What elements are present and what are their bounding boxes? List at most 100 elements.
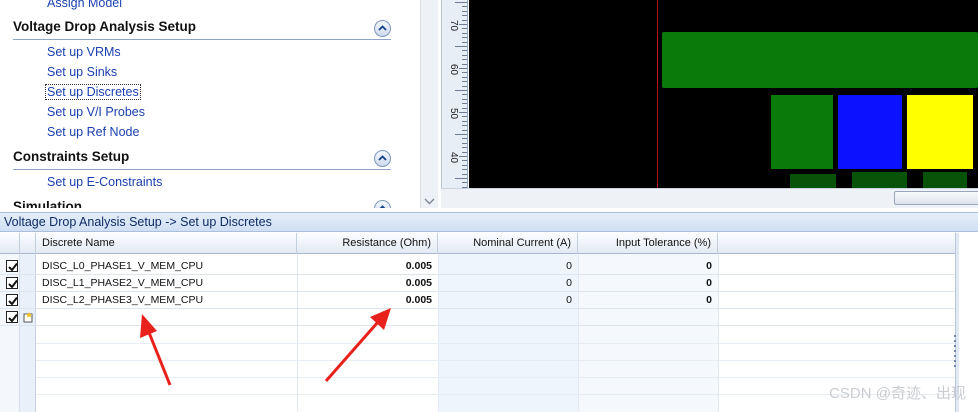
ruler-tick <box>462 50 467 52</box>
ruler-tick <box>455 90 467 91</box>
grid-header: Discrete Name Resistance (Ohm) Nominal C… <box>0 233 955 254</box>
canvas-horizontal-scrollbar[interactable] <box>441 188 978 208</box>
ruler-tick <box>462 72 467 74</box>
discretes-grid: Discrete Name Resistance (Ohm) Nominal C… <box>0 233 955 412</box>
table-row[interactable]: DISC_L2_PHASE3_V_MEM_CPU 0.005 0 0 <box>0 292 955 309</box>
ruler-tick <box>462 116 467 118</box>
ruler-label: 60 <box>448 64 459 76</box>
resistance-cell[interactable]: 0.005 <box>297 275 438 292</box>
ruler-tick <box>462 125 467 127</box>
workflow-scrollbar[interactable] <box>420 0 438 208</box>
row-checkbox[interactable] <box>6 260 18 272</box>
ruler-tick <box>459 68 467 69</box>
input-tolerance-cell[interactable]: 0 <box>578 275 718 292</box>
panel-title-bar: Voltage Drop Analysis Setup -> Set up Di… <box>0 212 978 232</box>
dark-green-pad[interactable] <box>790 174 836 188</box>
ruler-tick <box>462 142 467 144</box>
marker-line <box>657 0 658 188</box>
row-checkbox[interactable] <box>6 277 18 289</box>
green-pad[interactable] <box>771 95 833 169</box>
ruler-tick <box>462 32 467 34</box>
workflow-item-discretes[interactable]: Set up Discretes <box>45 84 141 100</box>
ruler-tick <box>459 156 467 157</box>
watermark: CSDN @奇迹、出现 <box>829 385 966 402</box>
header-checkbox-cell <box>0 233 20 254</box>
section-constraints-setup: Constraints Setup <box>13 149 391 170</box>
column-header-input-tolerance[interactable]: Input Tolerance (%) <box>578 233 718 254</box>
workflow-item-ref-node[interactable]: Set up Ref Node <box>47 125 139 139</box>
green-shape[interactable] <box>662 32 978 88</box>
section-title: Constraints Setup <box>13 149 130 164</box>
column-header-discrete-name[interactable]: Discrete Name <box>36 233 297 254</box>
discrete-name-cell[interactable]: DISC_L0_PHASE1_V_MEM_CPU <box>36 258 297 275</box>
dark-green-pad[interactable] <box>852 172 907 188</box>
new-row-checkbox[interactable] <box>6 311 18 323</box>
ruler-tick <box>462 160 467 162</box>
ruler-tick <box>462 129 467 131</box>
ruler-tick <box>459 112 467 113</box>
ruler-tick <box>462 37 467 39</box>
nominal-current-cell[interactable]: 0 <box>438 275 578 292</box>
nominal-current-cell[interactable]: 0 <box>438 292 578 309</box>
checkmark-icon <box>8 296 18 306</box>
ruler-tick <box>455 134 467 135</box>
discrete-name-cell[interactable]: DISC_L1_PHASE2_V_MEM_CPU <box>36 275 297 292</box>
new-row-icon <box>23 312 33 323</box>
resistance-cell[interactable]: 0.005 <box>297 292 438 309</box>
splitter-grip-icon[interactable] <box>953 333 957 373</box>
collapse-section-button[interactable] <box>374 200 391 208</box>
new-row[interactable] <box>0 309 955 326</box>
collapse-section-button[interactable] <box>374 20 391 37</box>
ruler-tick <box>462 41 467 43</box>
workflow-item-assign-model[interactable]: Assign Model <box>47 0 122 10</box>
ruler-tick <box>459 24 467 25</box>
section-voltage-drop-analysis-setup: Voltage Drop Analysis Setup <box>13 19 391 40</box>
ruler-tick <box>462 81 467 83</box>
ruler-tick <box>462 59 467 61</box>
nominal-current-cell[interactable]: 0 <box>438 258 578 275</box>
input-tolerance-cell[interactable]: 0 <box>578 258 718 275</box>
section-simulation: Simulation <box>13 199 391 208</box>
resistance-cell[interactable]: 0.005 <box>297 258 438 275</box>
ruler-tick <box>462 151 467 153</box>
ruler-tick <box>462 10 467 12</box>
ruler-tick <box>462 120 467 122</box>
table-row[interactable]: DISC_L1_PHASE2_V_MEM_CPU 0.005 0 0 <box>0 275 955 292</box>
scrollbar-thumb[interactable] <box>894 191 978 205</box>
ruler-tick <box>462 15 467 17</box>
ruler-tick <box>462 182 467 184</box>
workflow-item-vrms[interactable]: Set up VRMs <box>47 45 121 59</box>
section-divider <box>13 169 391 170</box>
column-header-resistance[interactable]: Resistance (Ohm) <box>297 233 438 254</box>
workflow-item-e-constraints[interactable]: Set up E-Constraints <box>47 175 162 189</box>
checkmark-icon <box>8 279 18 289</box>
column-header-nominal-current[interactable]: Nominal Current (A) <box>438 233 578 254</box>
chevron-up-icon <box>379 205 386 208</box>
ruler-tick <box>455 2 467 3</box>
empty-row-line <box>36 360 955 361</box>
yellow-pad[interactable] <box>907 95 973 169</box>
discrete-name-cell[interactable]: DISC_L2_PHASE3_V_MEM_CPU <box>36 292 297 309</box>
workflow-item-vi-probes[interactable]: Set up V/I Probes <box>47 105 145 119</box>
collapse-section-button[interactable] <box>374 150 391 167</box>
ruler-tick <box>462 164 467 166</box>
ruler-tick <box>462 6 467 8</box>
empty-row-line <box>36 377 955 378</box>
layout-canvas[interactable] <box>469 0 978 188</box>
ruler-tick <box>462 103 467 105</box>
scroll-down-icon[interactable] <box>424 198 435 205</box>
input-tolerance-cell[interactable]: 0 <box>578 292 718 309</box>
ruler-tick <box>462 19 467 21</box>
ruler-tick <box>455 46 467 47</box>
blue-pad[interactable] <box>838 95 902 169</box>
ruler-tick <box>462 173 467 175</box>
ruler-label: 50 <box>448 108 459 120</box>
row-checkbox[interactable] <box>6 294 18 306</box>
table-row[interactable]: DISC_L0_PHASE1_V_MEM_CPU 0.005 0 0 <box>0 258 955 275</box>
dark-green-pad[interactable] <box>923 172 967 188</box>
ruler-tick <box>462 147 467 149</box>
ruler-tick <box>462 98 467 100</box>
vertical-ruler: 70 60 50 40 <box>441 0 468 188</box>
ruler-tick <box>462 107 467 109</box>
workflow-item-sinks[interactable]: Set up Sinks <box>47 65 117 79</box>
